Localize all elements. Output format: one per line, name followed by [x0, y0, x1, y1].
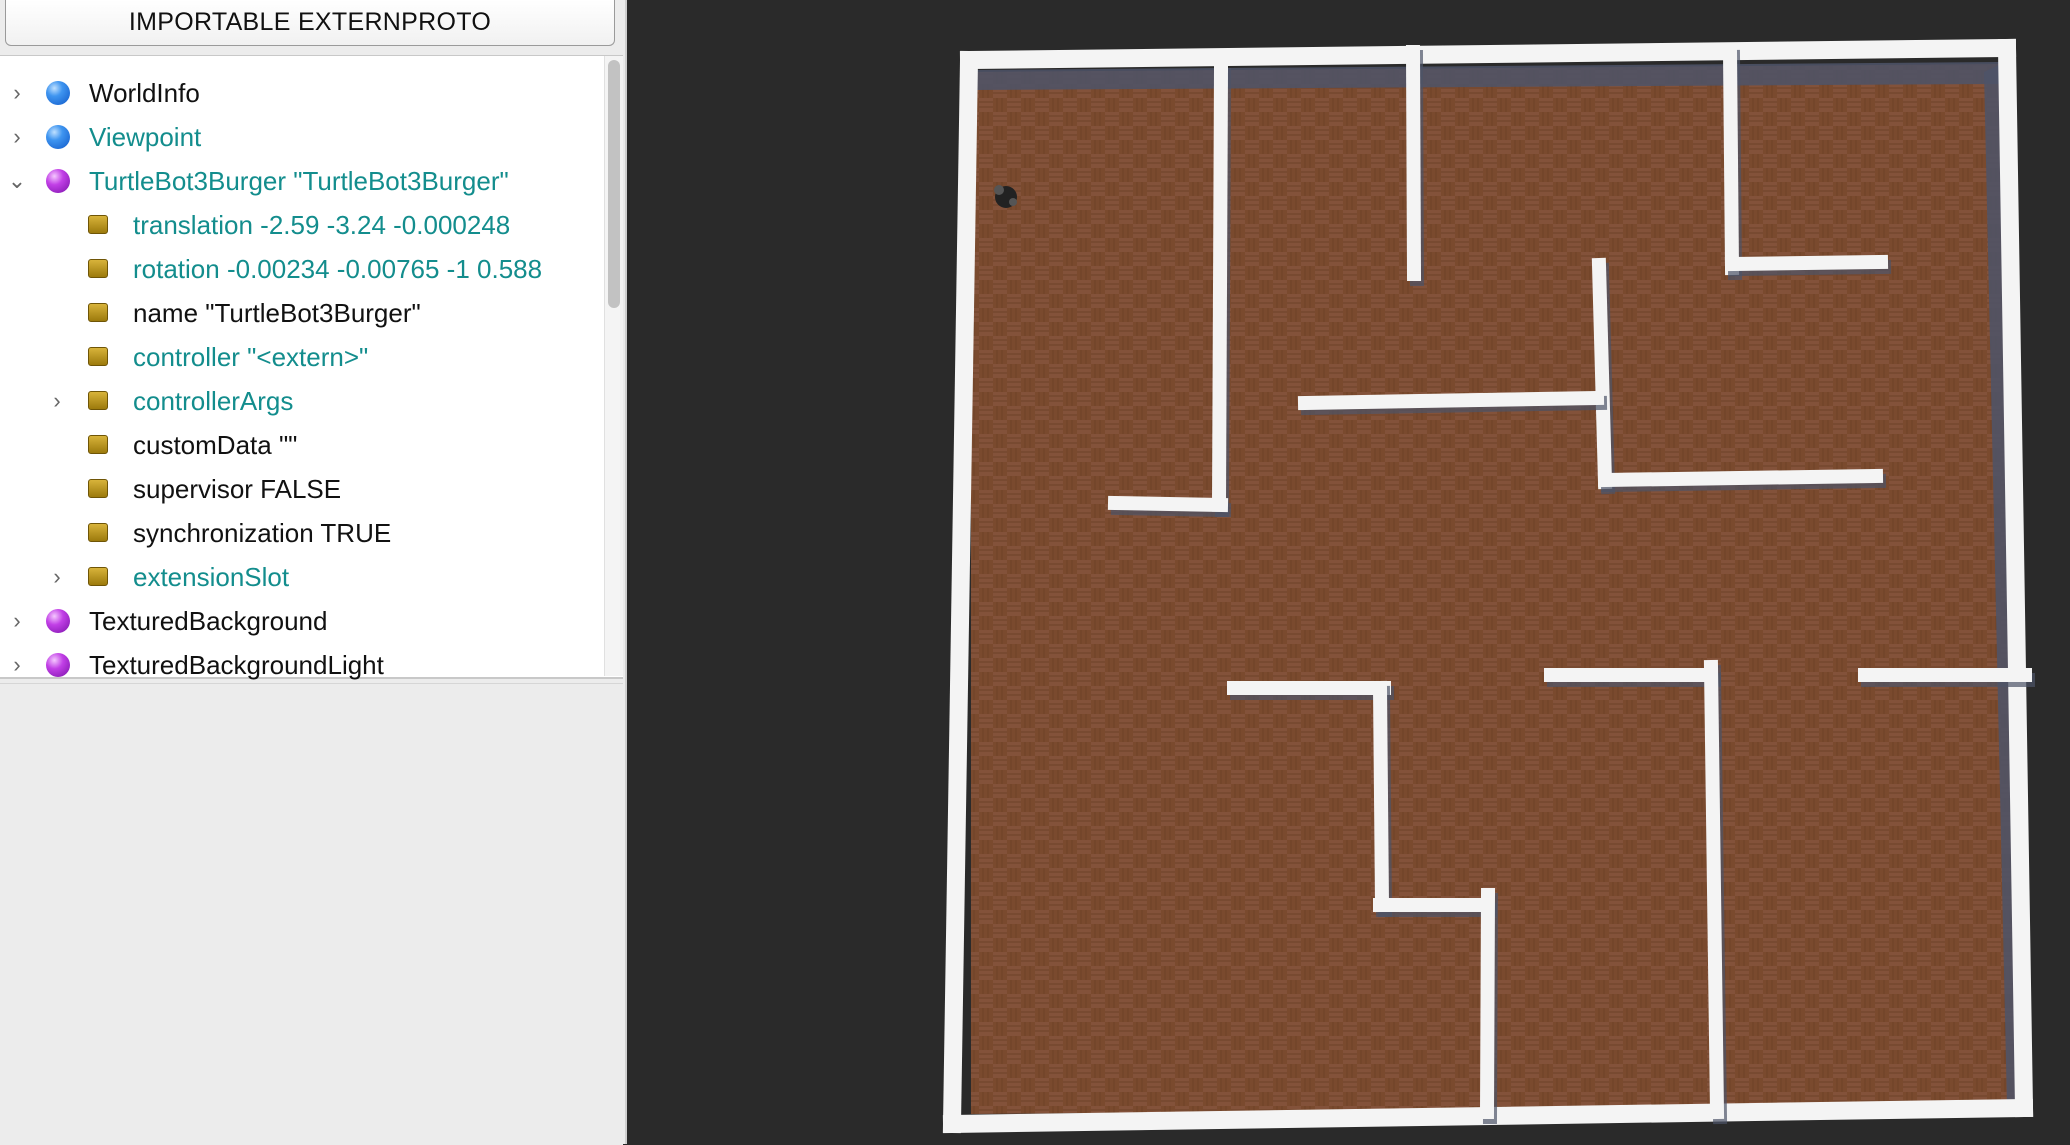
robot-wheel: [994, 185, 1004, 195]
maze-wall: [1591, 257, 1613, 490]
blue-sphere-icon: [46, 125, 70, 149]
field-icon: [88, 347, 108, 366]
tree-row[interactable]: › controllerArgs: [0, 379, 600, 423]
tree-row-label: TexturedBackground: [89, 606, 328, 636]
tree-row-label: extensionSlot: [133, 562, 290, 592]
field-icon: [88, 479, 108, 498]
scene-tree-panel: IMPORTABLE EXTERNPROTO › WorldInfo › Viewpo…: [0, 0, 627, 1145]
tree-row-label: customData "": [133, 430, 298, 460]
field-icon: [88, 391, 108, 410]
maze-scene[interactable]: [629, 0, 2070, 1144]
chevron-right-icon[interactable]: ›: [46, 555, 68, 599]
maze-outer-wall: [959, 38, 2017, 70]
maze-wall: [1703, 659, 1725, 1120]
tree-row[interactable]: › TexturedBackground: [0, 599, 600, 643]
maze-wall: [1297, 390, 1605, 411]
purple-sphere-icon: [46, 169, 70, 193]
blue-sphere-icon: [46, 81, 70, 105]
chevron-right-icon[interactable]: ›: [6, 115, 28, 159]
tree-row[interactable]: synchronization TRUE: [0, 511, 600, 555]
field-icon: [88, 303, 108, 322]
field-editor-area: [0, 683, 623, 1145]
chevron-right-icon[interactable]: ›: [6, 599, 28, 643]
tree-row[interactable]: rotation -0.00234 -0.00765 -1 0.588: [0, 247, 600, 291]
tree-row[interactable]: › TexturedBackgroundLight: [0, 643, 600, 687]
tree-row[interactable]: › WorldInfo: [0, 71, 600, 115]
tree-row[interactable]: translation -2.59 -3.24 -0.000248: [0, 203, 600, 247]
maze-wall: [1724, 254, 1889, 272]
3d-viewport[interactable]: [629, 0, 2070, 1144]
maze-wall: [1597, 468, 1884, 488]
tree-row-label: name "TurtleBot3Burger": [133, 298, 421, 328]
tree-row[interactable]: controller "<extern>": [0, 335, 600, 379]
maze-outer-wall: [942, 50, 979, 1134]
maze-wall: [1211, 62, 1229, 513]
field-icon: [88, 259, 108, 278]
tree-row[interactable]: customData "": [0, 423, 600, 467]
purple-sphere-icon: [46, 609, 70, 633]
chevron-down-icon[interactable]: ⌄: [6, 159, 28, 203]
maze-wall: [1372, 680, 1390, 913]
maze-wall: [1722, 44, 1740, 276]
tree-row-label: synchronization TRUE: [133, 518, 392, 548]
chevron-right-icon[interactable]: ›: [46, 379, 68, 423]
maze-wall: [1479, 887, 1496, 1120]
tree-row[interactable]: name "TurtleBot3Burger": [0, 291, 600, 335]
importable-externproto-button[interactable]: IMPORTABLE EXTERNPROTO: [5, 0, 615, 46]
purple-sphere-icon: [46, 653, 70, 677]
maze-wall: [1107, 495, 1229, 513]
tree-row-label: TexturedBackgroundLight: [89, 650, 384, 680]
tree-row[interactable]: › extensionSlot: [0, 555, 600, 599]
scrollbar-thumb[interactable]: [608, 60, 620, 308]
chevron-right-icon[interactable]: ›: [6, 71, 28, 115]
tree-row-label: WorldInfo: [89, 78, 200, 108]
field-icon: [88, 215, 108, 234]
tree-row[interactable]: › Viewpoint: [0, 115, 600, 159]
tree-row-label: translation -2.59 -3.24 -0.000248: [133, 210, 511, 240]
field-icon: [88, 523, 108, 542]
tree-row-label: Viewpoint: [89, 122, 202, 152]
tree-row-label: controller "<extern>": [133, 342, 369, 372]
tree-row-label: rotation -0.00234 -0.00765 -1 0.588: [133, 254, 543, 284]
maze-wall: [1405, 44, 1422, 282]
field-icon: [88, 567, 108, 586]
tree-scrollbar[interactable]: [604, 56, 623, 676]
tree-row[interactable]: supervisor FALSE: [0, 467, 600, 511]
tree-row[interactable]: ⌄ TurtleBot3Burger "TurtleBot3Burger": [0, 159, 600, 203]
field-icon: [88, 435, 108, 454]
chevron-right-icon[interactable]: ›: [6, 643, 28, 687]
tree-row-label: TurtleBot3Burger "TurtleBot3Burger": [89, 166, 509, 196]
robot-wheel: [1009, 198, 1017, 206]
tree-row-label: controllerArgs: [133, 386, 294, 416]
tree-row-label: supervisor FALSE: [133, 474, 342, 504]
scene-tree[interactable]: › WorldInfo › Viewpoint ⌄ TurtleBot3Burger "T…: [0, 55, 623, 680]
